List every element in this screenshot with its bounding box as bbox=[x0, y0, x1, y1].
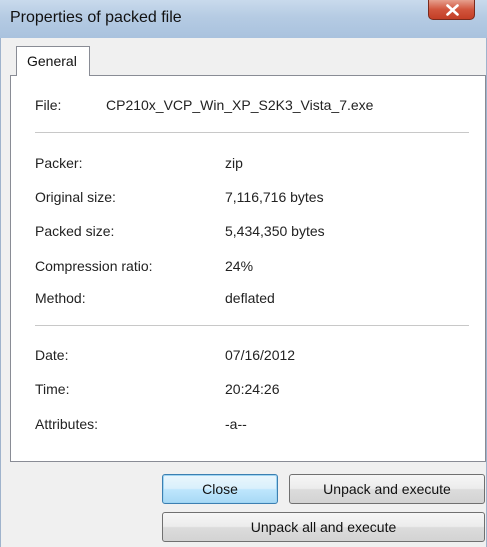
compression-ratio-label: Compression ratio: bbox=[35, 258, 153, 274]
window-close-button[interactable] bbox=[428, 0, 475, 20]
time-label: Time: bbox=[35, 381, 70, 397]
method-label: Method: bbox=[35, 290, 86, 306]
separator bbox=[35, 132, 469, 134]
window-title: Properties of packed file bbox=[10, 9, 182, 26]
unpack-all-and-execute-button[interactable]: Unpack all and execute bbox=[162, 512, 485, 542]
separator bbox=[35, 325, 469, 327]
unpack-and-execute-button[interactable]: Unpack and execute bbox=[289, 474, 485, 504]
time-value: 20:24:26 bbox=[225, 381, 280, 397]
title-bar[interactable]: Properties of packed file bbox=[0, 0, 487, 39]
tab-general[interactable]: General bbox=[16, 46, 90, 76]
original-size-value: 7,116,716 bytes bbox=[225, 189, 324, 205]
attributes-label: Attributes: bbox=[35, 416, 99, 432]
close-button[interactable]: Close bbox=[162, 474, 278, 504]
close-icon bbox=[446, 4, 459, 16]
packer-label: Packer: bbox=[35, 155, 83, 171]
attributes-value: -a-- bbox=[225, 416, 247, 432]
file-name-value: CP210x_VCP_Win_XP_S2K3_Vista_7.exe bbox=[106, 97, 374, 113]
date-value: 07/16/2012 bbox=[225, 347, 296, 363]
packer-value: zip bbox=[225, 155, 243, 171]
original-size-label: Original size: bbox=[35, 189, 116, 205]
tab-general-label: General bbox=[27, 53, 77, 69]
packed-size-label: Packed size: bbox=[35, 223, 115, 239]
compression-ratio-value: 24% bbox=[225, 258, 254, 274]
method-value: deflated bbox=[225, 290, 275, 306]
packed-size-value: 5,434,350 bytes bbox=[225, 223, 325, 239]
file-label: File: bbox=[35, 97, 62, 113]
date-label: Date: bbox=[35, 347, 69, 363]
